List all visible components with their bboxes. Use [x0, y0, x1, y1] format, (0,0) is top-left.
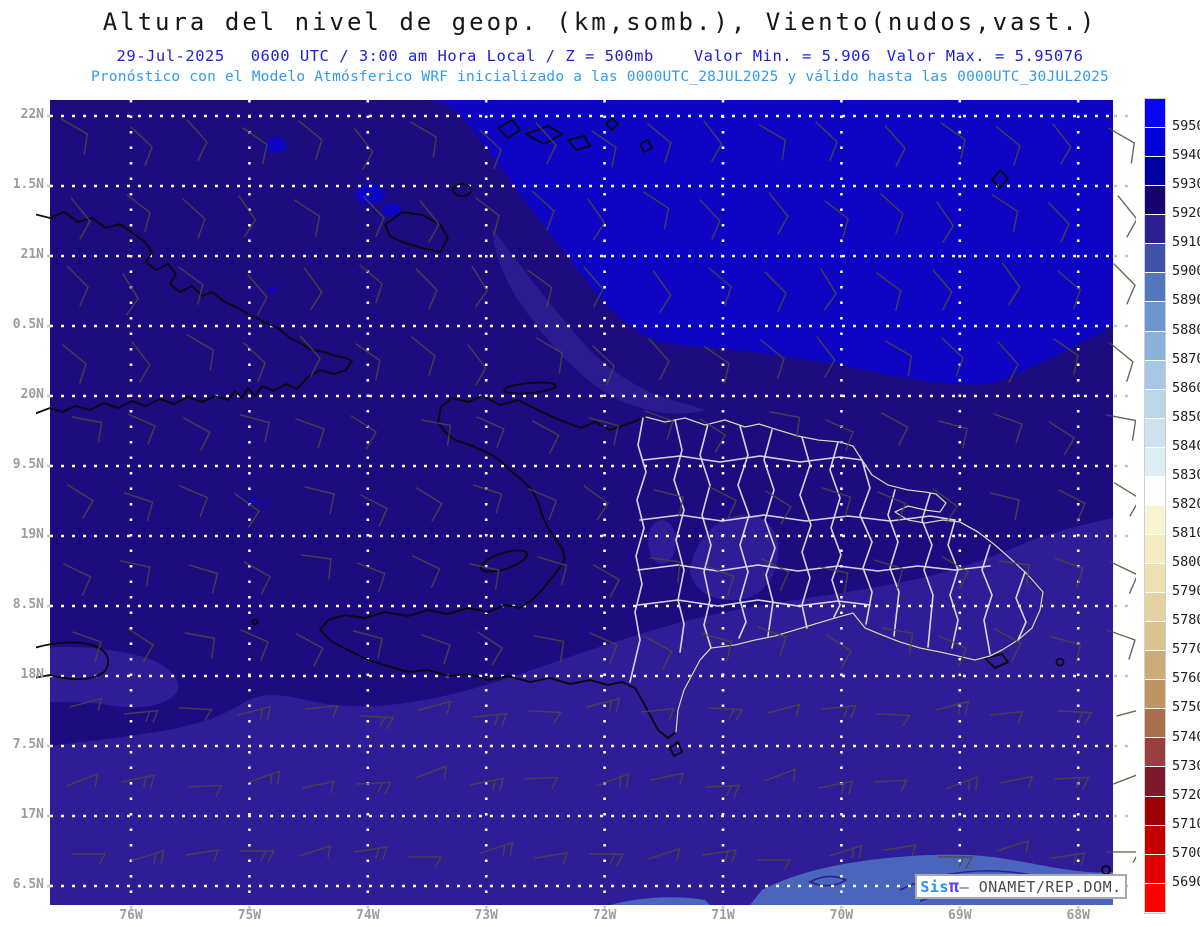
colorbar	[1144, 98, 1166, 914]
bright-blob-1	[266, 137, 286, 153]
colorbar-segment	[1145, 273, 1165, 303]
colorbar-segment	[1145, 651, 1165, 681]
colorbar-segment	[1145, 767, 1165, 797]
colorbar-segment	[1145, 883, 1165, 913]
lat-tick-label: 19N	[20, 527, 44, 542]
colorbar-segment	[1145, 593, 1165, 623]
colorbar-segment	[1145, 447, 1165, 477]
colorbar-tick-label: 5760	[1172, 670, 1200, 687]
colorbar-tick-label: 5690	[1172, 873, 1200, 890]
lon-tick-label: 71W	[711, 908, 735, 923]
colorbar-tick-label: 5930	[1172, 176, 1200, 193]
colorbar-tick-label: 5810	[1172, 525, 1200, 542]
lat-tick-label: 22N	[20, 107, 44, 122]
weather-chart-page: Altura del nivel de geop. (km,somb.), Vi…	[0, 0, 1200, 927]
colorbar-segment	[1145, 738, 1165, 768]
sispi-logo-text: Sis	[920, 877, 949, 896]
colorbar-segment	[1145, 302, 1165, 332]
colorbar-segment	[1145, 157, 1165, 187]
lon-tick-label: 68W	[1066, 908, 1090, 923]
pi-icon: π	[948, 876, 960, 897]
colorbar-segment	[1145, 680, 1165, 710]
band-patch-central-dr-2	[648, 520, 676, 564]
colorbar-segment	[1145, 331, 1165, 361]
valor-min-label: Valor Min. = 5.906	[693, 47, 871, 65]
wind-barb-icon	[1109, 342, 1134, 382]
colorbar-segment	[1145, 709, 1165, 739]
colorbar-tick-label: 5820	[1172, 495, 1200, 512]
colorbar-segment	[1145, 564, 1165, 594]
colorbar-segment	[1145, 360, 1165, 390]
colorbar-segment	[1145, 476, 1165, 506]
onamet-credit: – ONAMET/REP.DOM.	[959, 877, 1122, 896]
colorbar-segment	[1145, 854, 1165, 884]
colorbar-tick-label: 5950	[1172, 118, 1200, 135]
lon-tick-label: 69W	[948, 908, 972, 923]
lat-tick-label: 18N	[20, 667, 44, 682]
colorbar-tick-label: 5740	[1172, 728, 1200, 745]
colorbar-tick-label: 5870	[1172, 350, 1200, 367]
colorbar-tick-label: 5920	[1172, 205, 1200, 222]
colorbar-tick-label: 5770	[1172, 641, 1200, 658]
colorbar-tick-label: 5720	[1172, 786, 1200, 803]
lat-tick-label: 8.5N	[12, 597, 44, 612]
wind-barb-icon	[1113, 771, 1136, 785]
colorbar-segment	[1145, 796, 1165, 826]
colorbar-tick-label: 5700	[1172, 844, 1200, 861]
wind-barb-icon	[1113, 263, 1136, 305]
lat-tick-label: 9.5N	[12, 457, 44, 472]
wind-barb-icon	[1116, 706, 1136, 720]
colorbar-segment	[1145, 128, 1165, 158]
lon-tick-label: 76W	[119, 908, 143, 923]
colorbar-tick-label: 5780	[1172, 612, 1200, 629]
lat-tick-label: 1.5N	[12, 177, 44, 192]
subtitle-date: 29-Jul-2025	[116, 47, 225, 65]
colorbar-tick-label: 5880	[1172, 321, 1200, 338]
chart-subtitle: 29-Jul-2025 0600 UTC / 3:00 am Hora Local…	[0, 47, 1200, 65]
colorbar-segment	[1145, 389, 1165, 419]
lat-tick-label: 6.5N	[12, 877, 44, 892]
valor-max-label: Valor Max. = 5.95076	[886, 47, 1084, 65]
colorbar-tick-label: 5860	[1172, 379, 1200, 396]
lon-tick-label: 75W	[237, 908, 262, 923]
colorbar-tick-label: 5840	[1172, 437, 1200, 454]
geopotential-map	[36, 100, 1136, 914]
colorbar-tick-label: 5900	[1172, 263, 1200, 280]
colorbar-tick-label: 5730	[1172, 757, 1200, 774]
colorbar-tick-label: 5890	[1172, 292, 1200, 309]
lon-tick-label: 73W	[474, 908, 498, 923]
colorbar-tick-label: 5710	[1172, 815, 1200, 832]
subtitle-run: 0600 UTC / 3:00 am Hora Local / Z = 500m…	[250, 47, 654, 65]
colorbar-tick-label: 5850	[1172, 408, 1200, 425]
colorbar-segment	[1145, 418, 1165, 448]
lat-tick-label: 21N	[20, 247, 44, 262]
colorbar-segment	[1145, 215, 1165, 245]
colorbar-segment	[1145, 186, 1165, 216]
colorbar-segment	[1145, 534, 1165, 564]
colorbar-tick-label: 5830	[1172, 466, 1200, 483]
colorbar-tick-label: 5910	[1172, 234, 1200, 251]
colorbar-segment	[1145, 505, 1165, 535]
chart-title: Altura del nivel de geop. (km,somb.), Vi…	[102, 8, 1098, 36]
lat-tick-label: 17N	[20, 807, 44, 822]
lat-tick-label: 7.5N	[12, 737, 44, 752]
colorbar-segment	[1145, 244, 1165, 274]
colorbar-segment	[1145, 825, 1165, 855]
colorbar-segment	[1145, 622, 1165, 652]
colorbar-segment	[1145, 99, 1165, 129]
wind-barb-icon	[1117, 195, 1136, 238]
colorbar-tick-label: 5750	[1172, 699, 1200, 716]
lon-tick-label: 74W	[356, 908, 380, 923]
lat-tick-label: 20N	[20, 387, 44, 402]
colorbar-tick-label: 5940	[1172, 147, 1200, 164]
lon-tick-label: 72W	[592, 908, 617, 923]
colorbar-tick-label: 5800	[1172, 554, 1200, 571]
lon-tick-label: 70W	[829, 908, 854, 923]
model-info-line: Pronóstico con el Modelo Atmósferico WRF…	[91, 69, 1109, 85]
colorbar-tick-label: 5790	[1172, 583, 1200, 600]
sispi-onamet-badge: Sis π – ONAMET/REP.DOM.	[915, 874, 1127, 899]
lat-tick-label: 0.5N	[12, 317, 44, 332]
